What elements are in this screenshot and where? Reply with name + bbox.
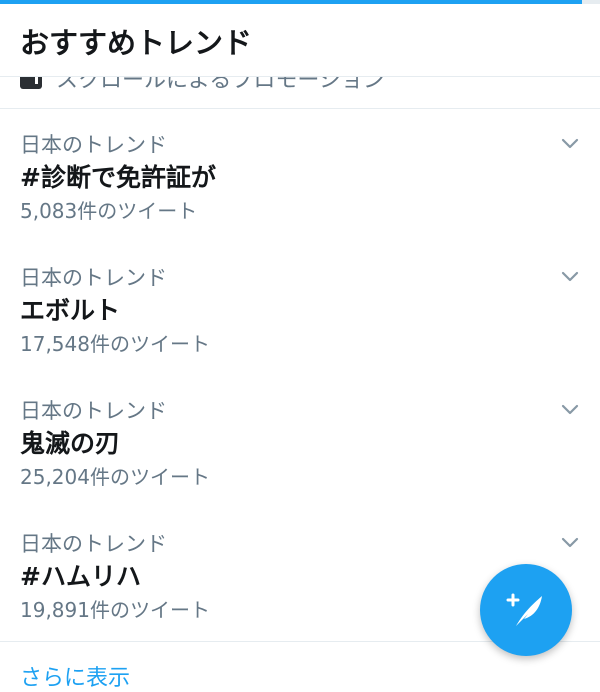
- trend-tweet-count: 17,548件のツイート: [20, 332, 210, 356]
- chevron-down-icon[interactable]: [560, 133, 580, 153]
- trend-context: 日本のトレンド: [20, 532, 167, 556]
- page-header: おすすめトレンド: [0, 4, 600, 77]
- page-title: おすすめトレンド: [20, 26, 253, 60]
- trend-tweet-count: 19,891件のツイート: [20, 598, 210, 622]
- trend-tweet-count: 25,204件のツイート: [20, 465, 210, 489]
- trend-context: 日本のトレンド: [20, 133, 167, 157]
- chevron-down-icon[interactable]: [560, 399, 580, 419]
- trend-name: エボルト: [20, 296, 121, 325]
- chevron-down-icon[interactable]: [560, 532, 580, 552]
- chevron-down-icon[interactable]: [560, 266, 580, 286]
- trend-item[interactable]: 日本のトレンド エボルト 17,548件のツイート: [0, 242, 600, 376]
- trend-item[interactable]: 日本のトレンド 鬼滅の刃 25,204件のツイート: [0, 375, 600, 509]
- trend-name: #診断で免許証が: [20, 163, 216, 192]
- trend-context: 日本のトレンド: [20, 399, 167, 423]
- trend-item[interactable]: 日本のトレンド #診断で免許証が 5,083件のツイート: [0, 109, 600, 243]
- compose-tweet-icon: [506, 593, 542, 626]
- trend-tweet-count: 5,083件のツイート: [20, 199, 198, 223]
- show-more-link[interactable]: さらに表示: [20, 660, 130, 692]
- compose-tweet-button[interactable]: [480, 564, 572, 656]
- trend-name: 鬼滅の刃: [20, 429, 121, 458]
- trend-name: #ハムリハ: [20, 562, 141, 591]
- trend-context: 日本のトレンド: [20, 266, 167, 290]
